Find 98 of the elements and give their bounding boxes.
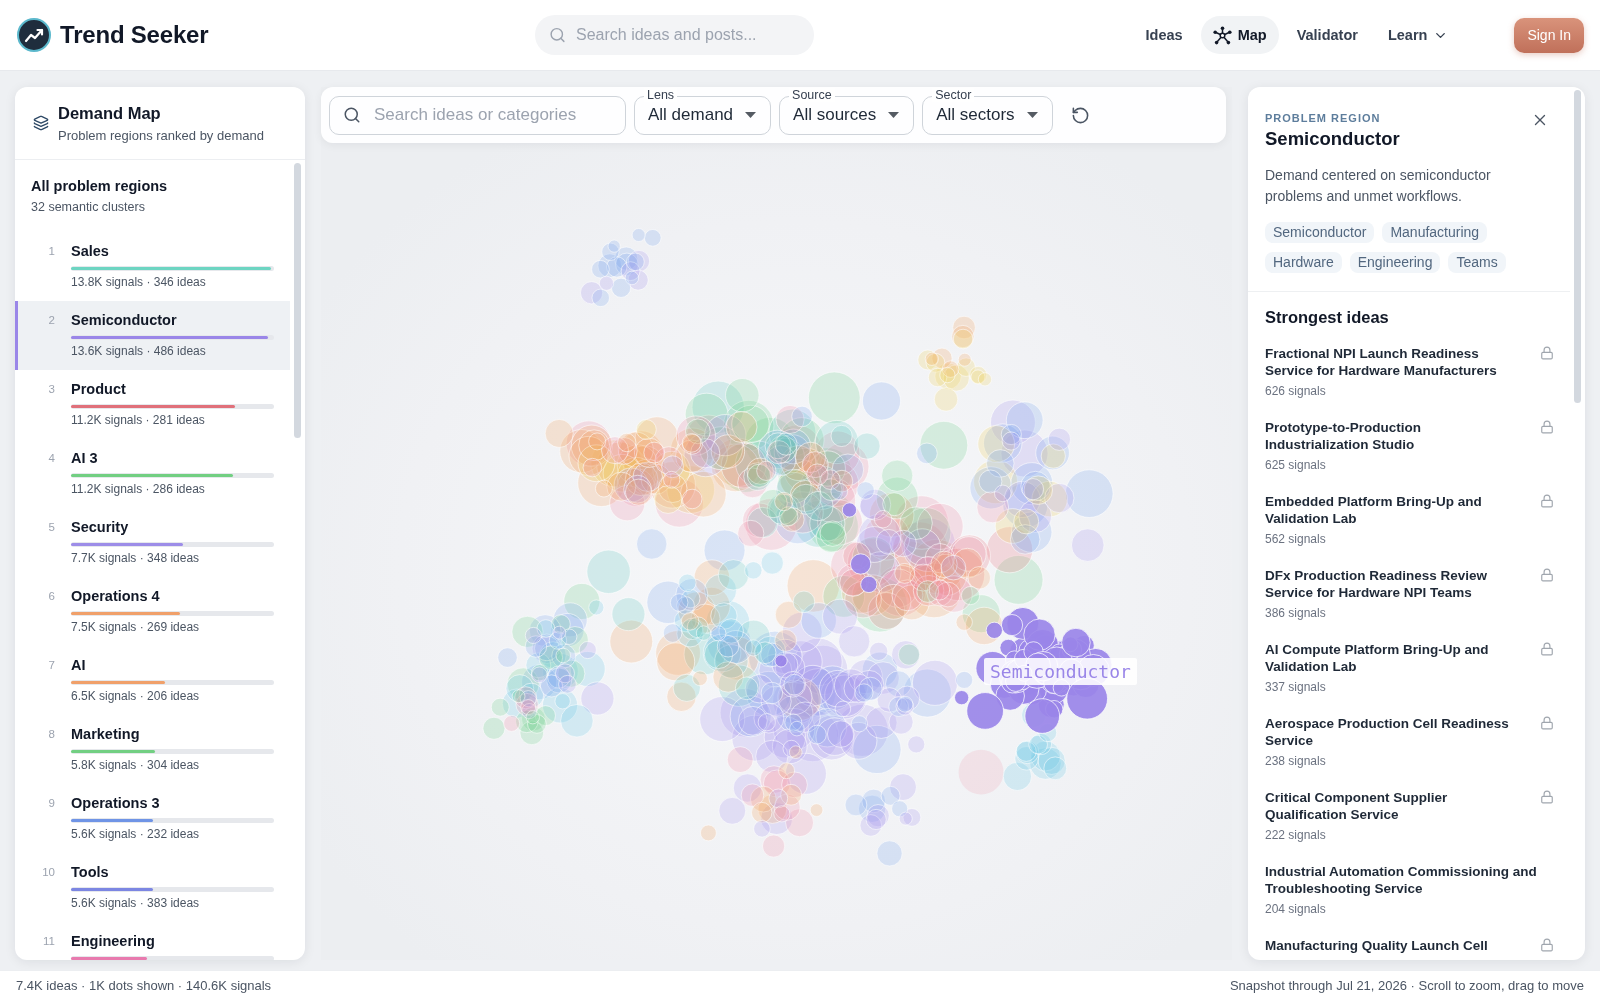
region-stats: 5.8K signals · 304 ideas: [71, 757, 200, 773]
rank-number: 1: [47, 244, 56, 259]
region-stats: 7.5K signals · 269 ideas: [71, 619, 200, 635]
map-region-label: Semiconductor: [984, 658, 1137, 685]
region-list-item[interactable]: 10 Tools 5.6K signals · 383 ideas: [15, 853, 290, 922]
region-list-item[interactable]: 4 AI 3 11.2K signals · 286 ideas: [15, 439, 290, 508]
idea-signals: 562 signals: [1265, 531, 1326, 547]
dropdown-label: Source: [789, 87, 835, 102]
dropdown-label: Sector: [932, 87, 975, 102]
idea-signals: 626 signals: [1265, 383, 1326, 399]
rank-number: 11: [42, 934, 56, 949]
rank-number: 10: [41, 865, 56, 880]
region-list-item[interactable]: 7 AI 6.5K signals · 206 ideas: [15, 646, 290, 715]
idea-signals: 386 signals: [1265, 605, 1326, 621]
caret-icon: [888, 112, 900, 118]
logo-icon: [17, 18, 51, 52]
region-stats: 5.6K signals · 232 ideas: [71, 826, 200, 842]
region-list-item[interactable]: 1 Sales 13.8K signals · 346 ideas: [15, 232, 290, 301]
section-eyebrow: PROBLEM REGION: [1265, 111, 1382, 125]
tag: Engineering: [1349, 252, 1441, 273]
region-list-item[interactable]: 9 Operations 3 5.6K signals · 232 ideas: [15, 784, 290, 853]
refresh-icon: [1071, 105, 1091, 125]
region-name: Security: [71, 518, 129, 536]
region-name: Product: [71, 380, 126, 398]
nav-link[interactable]: Ideas: [1133, 16, 1195, 54]
search-icon: [343, 106, 361, 124]
rank-number: 5: [47, 520, 56, 535]
section-title: Strongest ideas: [1265, 307, 1390, 328]
rank-number: 4: [47, 451, 56, 466]
tag: Hardware: [1265, 252, 1342, 273]
rank-number: 9: [47, 796, 56, 811]
search-field[interactable]: Search ideas or categories: [329, 95, 626, 135]
search-icon: [549, 26, 566, 44]
tag: Teams: [1448, 252, 1506, 273]
tag: Manufacturing: [1382, 222, 1488, 243]
dropdown-label: Lens: [644, 87, 678, 102]
region-name: Tools: [71, 863, 109, 881]
rank-number: 8: [47, 727, 56, 742]
region-list-item[interactable]: 8 Marketing 5.8K signals · 304 ideas: [15, 715, 290, 784]
idea-title[interactable]: Industrial Automation Commissioning and Troubleshooting Service: [1265, 863, 1554, 897]
panel-title: Demand Map: [58, 102, 162, 123]
region-stats: 11.2K signals · 286 ideas: [71, 481, 205, 497]
all-regions-title[interactable]: All problem regions: [31, 176, 274, 196]
idea-signals: 238 signals: [1265, 753, 1326, 769]
brand-name: Trend Seeker: [60, 21, 209, 49]
idea-title[interactable]: Fractional NPI Launch Readiness Service for Hardware Manufacturers: [1265, 345, 1514, 379]
idea-signals: 222 signals: [1265, 827, 1326, 843]
region-stats: 13.8K signals · 346 ideas: [71, 274, 206, 290]
region-stats: 6.5K signals · 206 ideas: [71, 688, 200, 704]
region-name: Marketing: [71, 725, 140, 743]
region-list-item[interactable]: 2 Semiconductor 13.6K signals · 486 ideas: [15, 301, 290, 370]
caret-icon: [1027, 112, 1039, 118]
region-name: AI 3: [71, 449, 98, 467]
region-list-item[interactable]: 11 Engineering: [15, 922, 290, 960]
idea-title[interactable]: DFx Production Readiness Review Service for Hardware NPI Teams: [1265, 567, 1514, 601]
region-list-item[interactable]: 6 Operations 4 7.5K signals · 269 ideas: [15, 577, 290, 646]
network-icon: [1212, 25, 1232, 45]
region-name: Engineering: [71, 932, 155, 950]
caret-icon: [745, 112, 757, 118]
idea-title[interactable]: Manufacturing Quality Launch Cell: [1265, 937, 1488, 954]
idea-title[interactable]: Prototype-to-Production Industrialization Studio: [1265, 419, 1514, 453]
region-name: Operations 4: [71, 587, 160, 605]
region-name: Semiconductor: [71, 311, 177, 329]
region-name: AI: [71, 656, 86, 674]
region-name: Sales: [71, 242, 109, 260]
region-list-item[interactable]: 3 Product 11.2K signals · 281 ideas: [15, 370, 290, 439]
region-stats: 5.6K signals · 383 ideas: [71, 895, 200, 911]
rank-number: 3: [47, 382, 56, 397]
idea-title[interactable]: Embedded Platform Bring-Up and Validation Lab: [1265, 493, 1514, 527]
region-stats: 7.7K signals · 348 ideas: [71, 550, 200, 566]
region-list-item[interactable]: 5 Security 7.7K signals · 348 ideas: [15, 508, 290, 577]
idea-title[interactable]: AI Compute Platform Bring-Up and Validation Lab: [1265, 641, 1514, 675]
status-text: 7.4K ideas · 1K dots shown · 140.6K signals: [16, 978, 272, 993]
rank-number: 7: [47, 658, 56, 673]
scrollbar-thumb[interactable]: [294, 163, 301, 438]
region-name: Operations 3: [71, 794, 160, 812]
tag: Semiconductor: [1265, 222, 1375, 243]
search-field[interactable]: Search ideas and posts...: [535, 15, 814, 55]
nav-menu[interactable]: Learn: [1375, 16, 1461, 54]
reset-button[interactable]: [1071, 105, 1091, 125]
nav-link[interactable]: Map: [1200, 16, 1279, 54]
rank-number: 2: [47, 313, 56, 328]
region-title: Semiconductor: [1265, 127, 1400, 151]
region-description: Demand centered on semiconductor problems and unmet workflows.: [1265, 166, 1492, 206]
idea-signals: 204 signals: [1265, 901, 1326, 917]
idea-signals: 337 signals: [1265, 679, 1326, 695]
idea-title[interactable]: Critical Component Supplier Qualification Service: [1265, 789, 1514, 823]
idea-signals: 625 signals: [1265, 457, 1326, 473]
cluster-count: 32 semantic clusters: [31, 199, 146, 216]
scrollbar-thumb[interactable]: [1574, 90, 1581, 403]
region-stats: 13.6K signals · 486 ideas: [71, 343, 206, 359]
region-stats: 11.2K signals · 281 ideas: [71, 412, 205, 428]
status-text: Snapshot through Jul 21, 2026 · Scroll to zoom, drag to move: [1229, 978, 1584, 993]
nav-link[interactable]: Validator: [1284, 16, 1370, 54]
idea-title[interactable]: Aerospace Production Cell Readiness Service: [1265, 715, 1514, 749]
rank-number: 6: [47, 589, 56, 604]
layers-icon: [33, 115, 49, 131]
panel-subtitle: Problem regions ranked by demand: [58, 126, 264, 144]
